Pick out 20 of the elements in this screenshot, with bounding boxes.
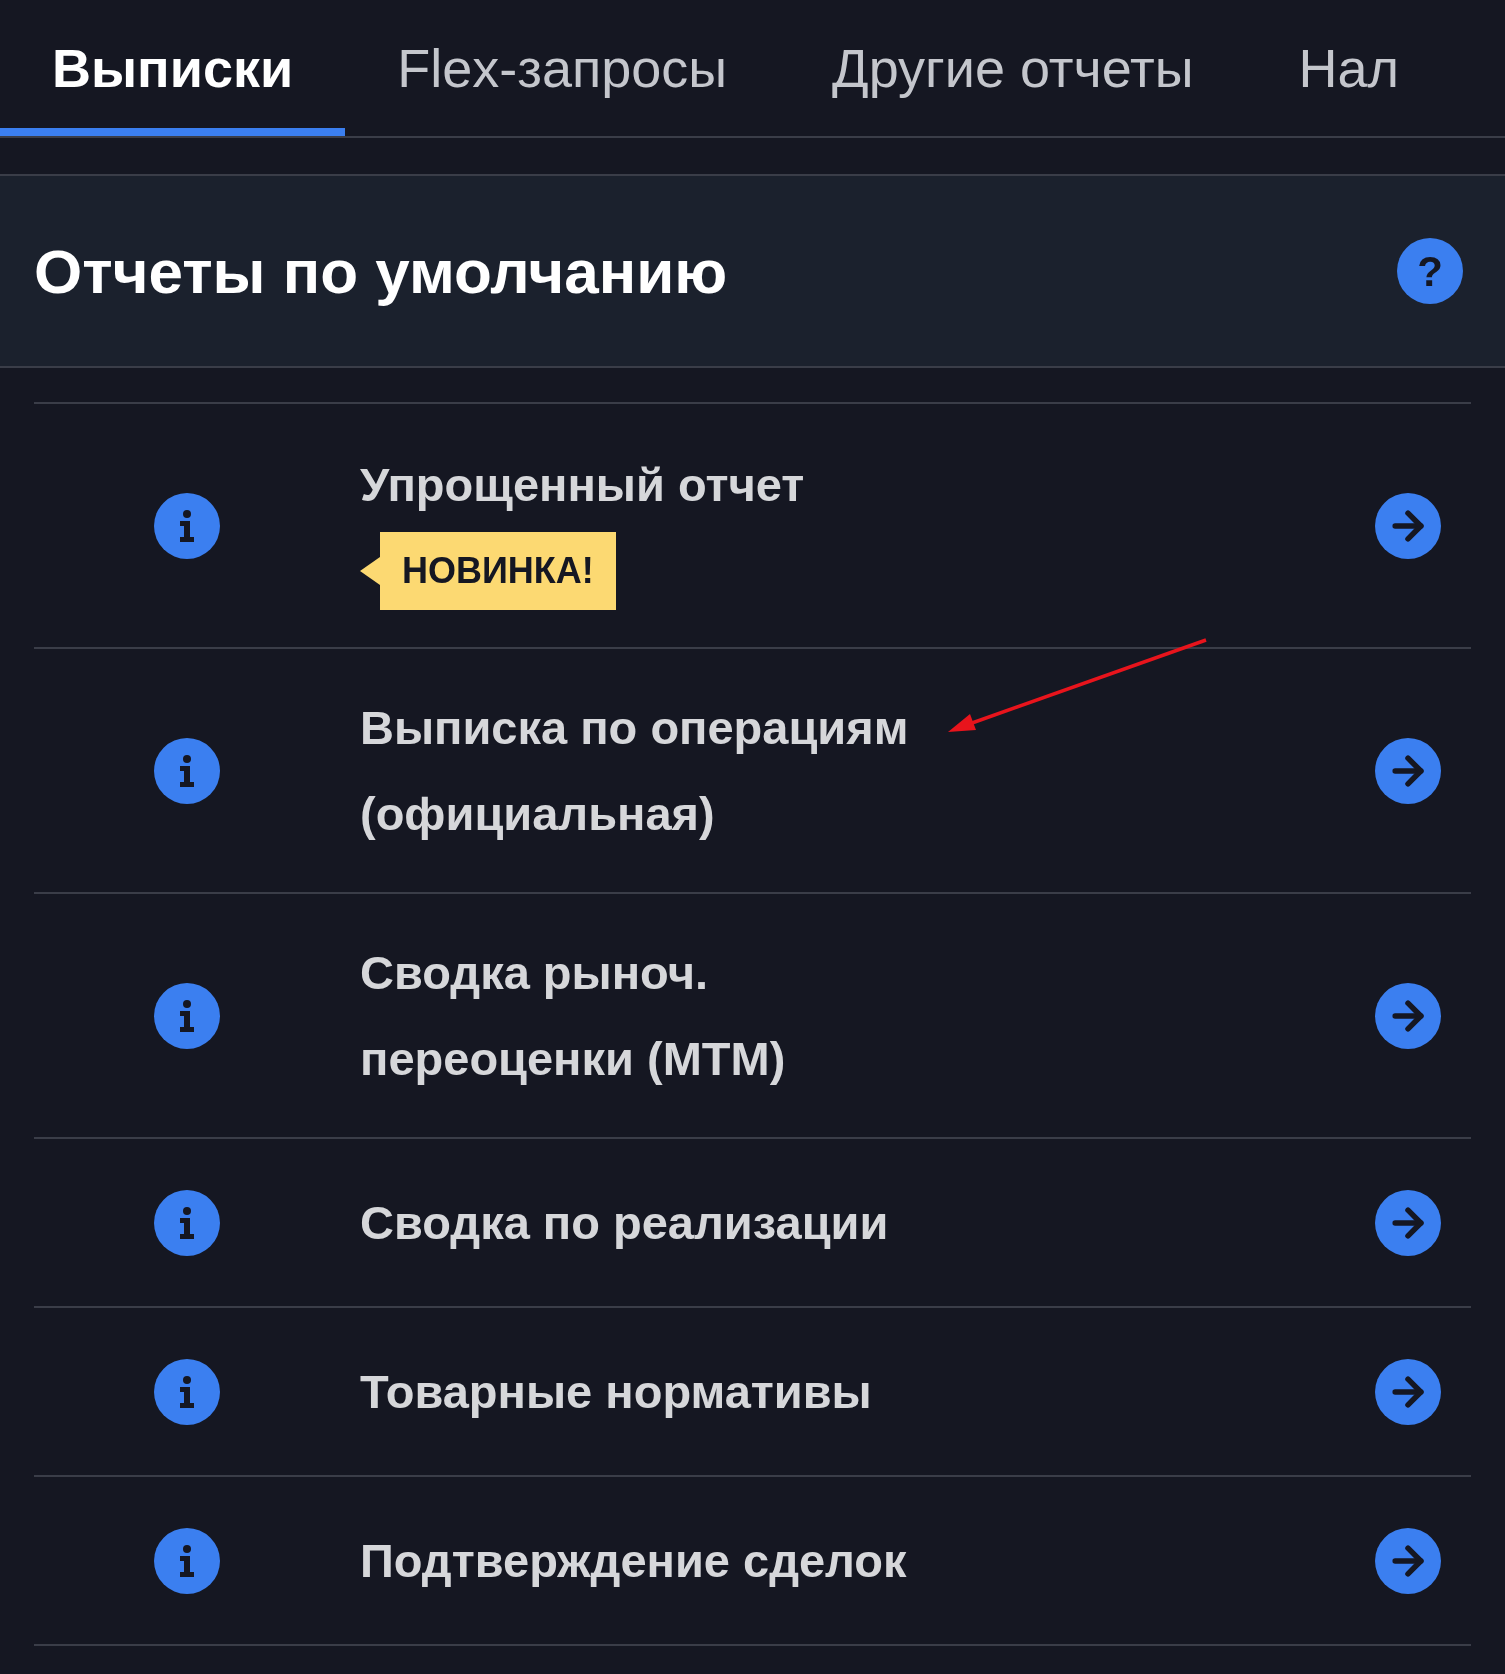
help-button[interactable]: ? xyxy=(1397,238,1463,304)
report-title[interactable]: Товарные нормативы xyxy=(360,1348,872,1435)
info-icon[interactable] xyxy=(154,1189,220,1256)
section-title: Отчеты по умолчанию xyxy=(34,235,728,308)
report-title[interactable]: Сводка рыноч. переоценки (MTM) xyxy=(360,929,786,1102)
report-title[interactable]: Сводка по реализации xyxy=(360,1179,889,1266)
info-icon[interactable] xyxy=(154,737,220,804)
report-title[interactable]: Подтверждение сделок xyxy=(360,1517,907,1604)
pointer-icon xyxy=(360,556,380,585)
info-icon[interactable] xyxy=(154,982,220,1049)
info-icon[interactable] xyxy=(154,1358,220,1425)
info-icon[interactable] xyxy=(154,492,220,559)
report-title[interactable]: Упрощенный отчет xyxy=(360,441,805,528)
report-title[interactable]: Выписка по операциям (официальная) xyxy=(360,684,909,857)
new-badge: НОВИНКА! xyxy=(380,531,616,610)
tab[interactable]: Нал xyxy=(1298,0,1505,136)
tab[interactable]: Выписки xyxy=(0,0,346,136)
tab[interactable]: Другие отчеты xyxy=(832,0,1299,136)
info-icon[interactable] xyxy=(154,1527,220,1594)
tab[interactable]: Flex-запросы xyxy=(397,0,833,136)
